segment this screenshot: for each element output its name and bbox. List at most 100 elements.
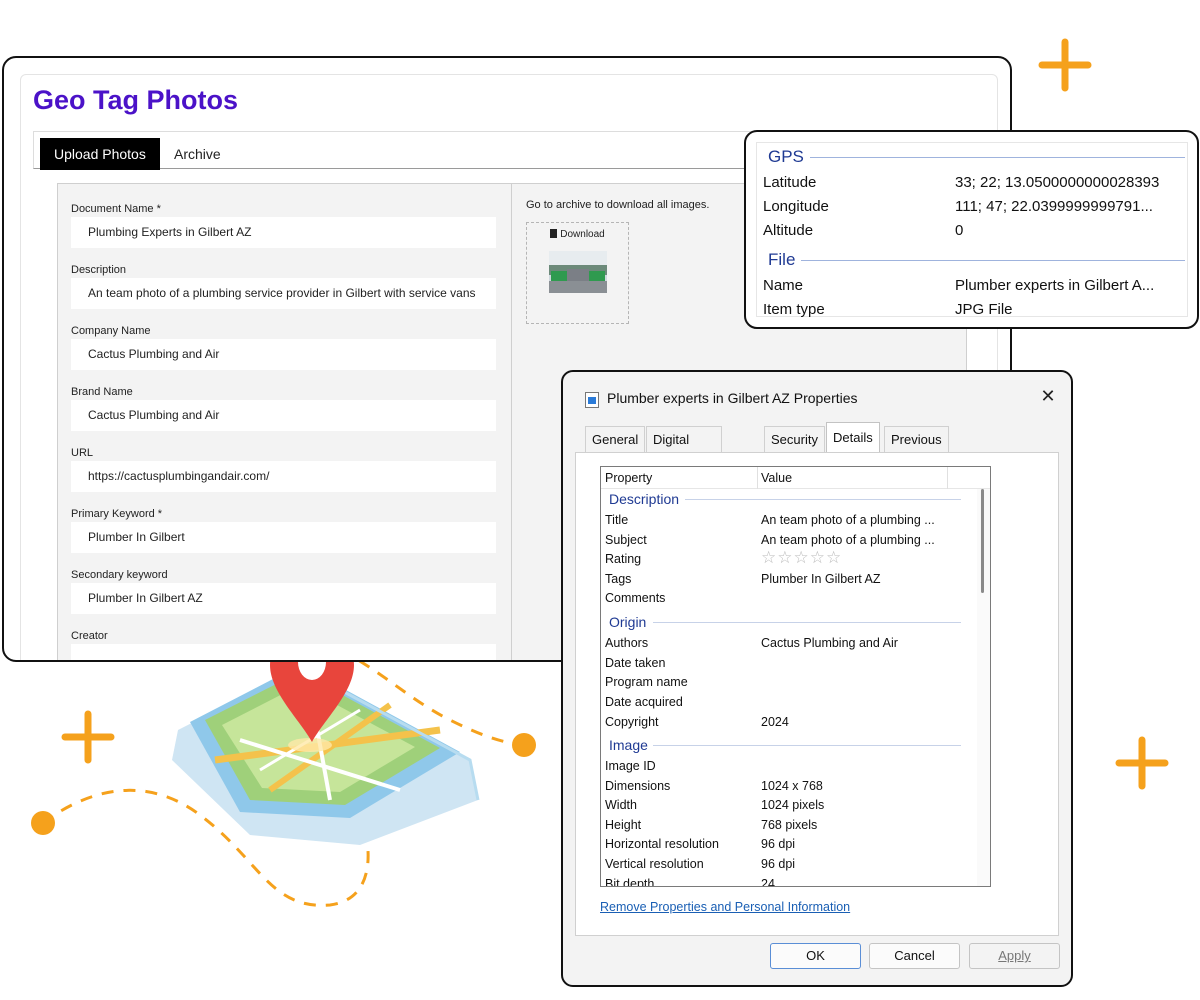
description-label: Description — [71, 264, 127, 276]
tab-general[interactable]: General — [585, 426, 646, 452]
primary-keyword-label: Primary Keyword * — [71, 508, 163, 520]
document-name-input[interactable]: Plumbing Experts in Gilbert AZ — [71, 217, 496, 248]
property-list[interactable]: Property Value Description Title An team… — [600, 466, 991, 887]
properties-dialog: Plumber experts in Gilbert AZ Properties… — [561, 370, 1073, 987]
property-key[interactable]: Subject — [605, 533, 647, 547]
altitude-value[interactable]: 0 — [955, 222, 963, 239]
group-divider — [685, 499, 961, 500]
url-input[interactable]: https://cactusplumbingandair.com/ — [71, 461, 496, 492]
property-key[interactable]: Horizontal resolution — [605, 837, 719, 851]
cancel-button[interactable]: Cancel — [869, 943, 960, 969]
property-key[interactable]: Bit depth — [605, 877, 654, 886]
longitude-value[interactable]: 111; 47; 22.0399999999791... — [955, 198, 1153, 215]
path-dot — [512, 733, 536, 757]
file-name-value[interactable]: Plumber experts in Gilbert A... — [955, 277, 1154, 294]
tab-digital-signatures[interactable]: Digital Signatures — [646, 426, 723, 473]
plus-icon — [1038, 38, 1092, 92]
plus-icon — [1115, 736, 1169, 790]
company-name-input[interactable]: Cactus Plumbing and Air — [71, 339, 496, 370]
value-column-header[interactable]: Value — [761, 471, 792, 485]
path-dot — [31, 811, 55, 835]
rating-stars[interactable]: ☆☆☆☆☆ — [761, 548, 842, 568]
group-divider — [653, 745, 961, 746]
vertical-scrollbar[interactable] — [977, 489, 990, 886]
property-key[interactable]: Comments — [605, 591, 665, 605]
property-key[interactable]: Copyright — [605, 715, 659, 729]
property-key[interactable]: Date taken — [605, 656, 665, 670]
property-column-header[interactable]: Property — [605, 471, 652, 485]
property-value[interactable]: 768 pixels — [761, 818, 817, 832]
download-button[interactable]: Download — [527, 229, 628, 240]
group-image: Image — [609, 737, 652, 753]
ok-button[interactable]: OK — [770, 943, 861, 969]
description-input[interactable]: An team photo of a plumbing service prov… — [71, 278, 496, 309]
map-illustration — [172, 665, 480, 845]
column-separator[interactable] — [947, 467, 948, 489]
property-key[interactable]: Height — [605, 818, 641, 832]
brand-name-label: Brand Name — [71, 386, 133, 398]
section-divider — [797, 157, 1185, 158]
latitude-key: Latitude — [763, 174, 817, 191]
property-key[interactable]: Width — [605, 798, 637, 812]
item-type-key: Item type — [763, 301, 825, 318]
tab-security[interactable]: Security — [764, 426, 825, 452]
property-key[interactable]: Program name — [605, 675, 688, 689]
property-key[interactable]: Dimensions — [605, 779, 670, 793]
property-key[interactable]: Authors — [605, 636, 648, 650]
metadata-form: Document Name * Plumbing Experts in Gilb… — [58, 184, 512, 660]
photo-thumbnail[interactable] — [549, 251, 607, 293]
gps-section-heading: GPS — [768, 147, 810, 167]
property-key[interactable]: Title — [605, 513, 628, 527]
property-value[interactable]: An team photo of a plumbing ... — [761, 513, 935, 527]
tab-previous-versions[interactable]: Previous Versions — [884, 426, 949, 473]
dashed-path — [42, 788, 370, 907]
column-separator[interactable] — [757, 467, 758, 489]
longitude-key: Longitude — [763, 198, 829, 215]
property-value[interactable]: Cactus Plumbing and Air — [761, 636, 898, 650]
property-value[interactable]: 1024 x 768 — [761, 779, 823, 793]
property-value[interactable]: 96 dpi — [761, 857, 795, 871]
download-card: Download — [526, 222, 629, 324]
property-value[interactable]: 24 — [761, 877, 775, 886]
remove-properties-link[interactable]: Remove Properties and Personal Informati… — [600, 900, 850, 914]
property-key[interactable]: Date acquired — [605, 695, 683, 709]
creator-input[interactable] — [71, 644, 496, 660]
tab-details[interactable]: Details — [826, 422, 880, 452]
property-value[interactable]: Plumber In Gilbert AZ — [761, 572, 881, 586]
close-icon[interactable]: ✕ — [1037, 386, 1059, 407]
tab-archive[interactable]: Archive — [160, 138, 235, 170]
tab-upload-photos[interactable]: Upload Photos — [40, 138, 160, 170]
file-section-heading: File — [768, 250, 802, 270]
url-label: URL — [71, 447, 94, 459]
item-type-value[interactable]: JPG File — [955, 301, 1013, 318]
primary-keyword-input[interactable]: Plumber In Gilbert — [71, 522, 496, 553]
document-name-label: Document Name * — [71, 203, 161, 215]
property-key[interactable]: Vertical resolution — [605, 857, 704, 871]
brand-name-input[interactable]: Cactus Plumbing and Air — [71, 400, 496, 431]
secondary-keyword-input[interactable]: Plumber In Gilbert AZ — [71, 583, 496, 614]
property-value[interactable]: 2024 — [761, 715, 789, 729]
scrollbar-thumb[interactable] — [981, 489, 984, 593]
file-name-key: Name — [763, 277, 804, 294]
group-origin: Origin — [609, 614, 651, 630]
plus-icon — [61, 710, 115, 764]
archive-note: Go to archive to download all images. — [526, 199, 710, 211]
company-name-label: Company Name — [71, 325, 151, 337]
gps-properties-panel: GPS Latitude 33; 22; 13.0500000000028393… — [744, 130, 1199, 329]
property-value[interactable]: An team photo of a plumbing ... — [761, 533, 935, 547]
latitude-value[interactable]: 33; 22; 13.0500000000028393 — [955, 174, 1159, 191]
property-value[interactable]: 1024 pixels — [761, 798, 824, 812]
group-description: Description — [609, 491, 684, 507]
property-key[interactable]: Tags — [605, 572, 631, 586]
apply-button[interactable]: Apply — [969, 943, 1060, 969]
property-key[interactable]: Image ID — [605, 759, 656, 773]
secondary-keyword-label: Secondary keyword — [71, 569, 168, 581]
altitude-key: Altitude — [763, 222, 814, 239]
apply-label: Apply — [998, 948, 1031, 963]
details-tab-panel: Property Value Description Title An team… — [575, 452, 1059, 936]
section-divider — [799, 260, 1185, 261]
page-title: Geo Tag Photos — [33, 85, 239, 115]
dialog-title: Plumber experts in Gilbert AZ Properties — [607, 390, 858, 406]
property-key[interactable]: Rating — [605, 552, 641, 566]
property-value[interactable]: 96 dpi — [761, 837, 795, 851]
